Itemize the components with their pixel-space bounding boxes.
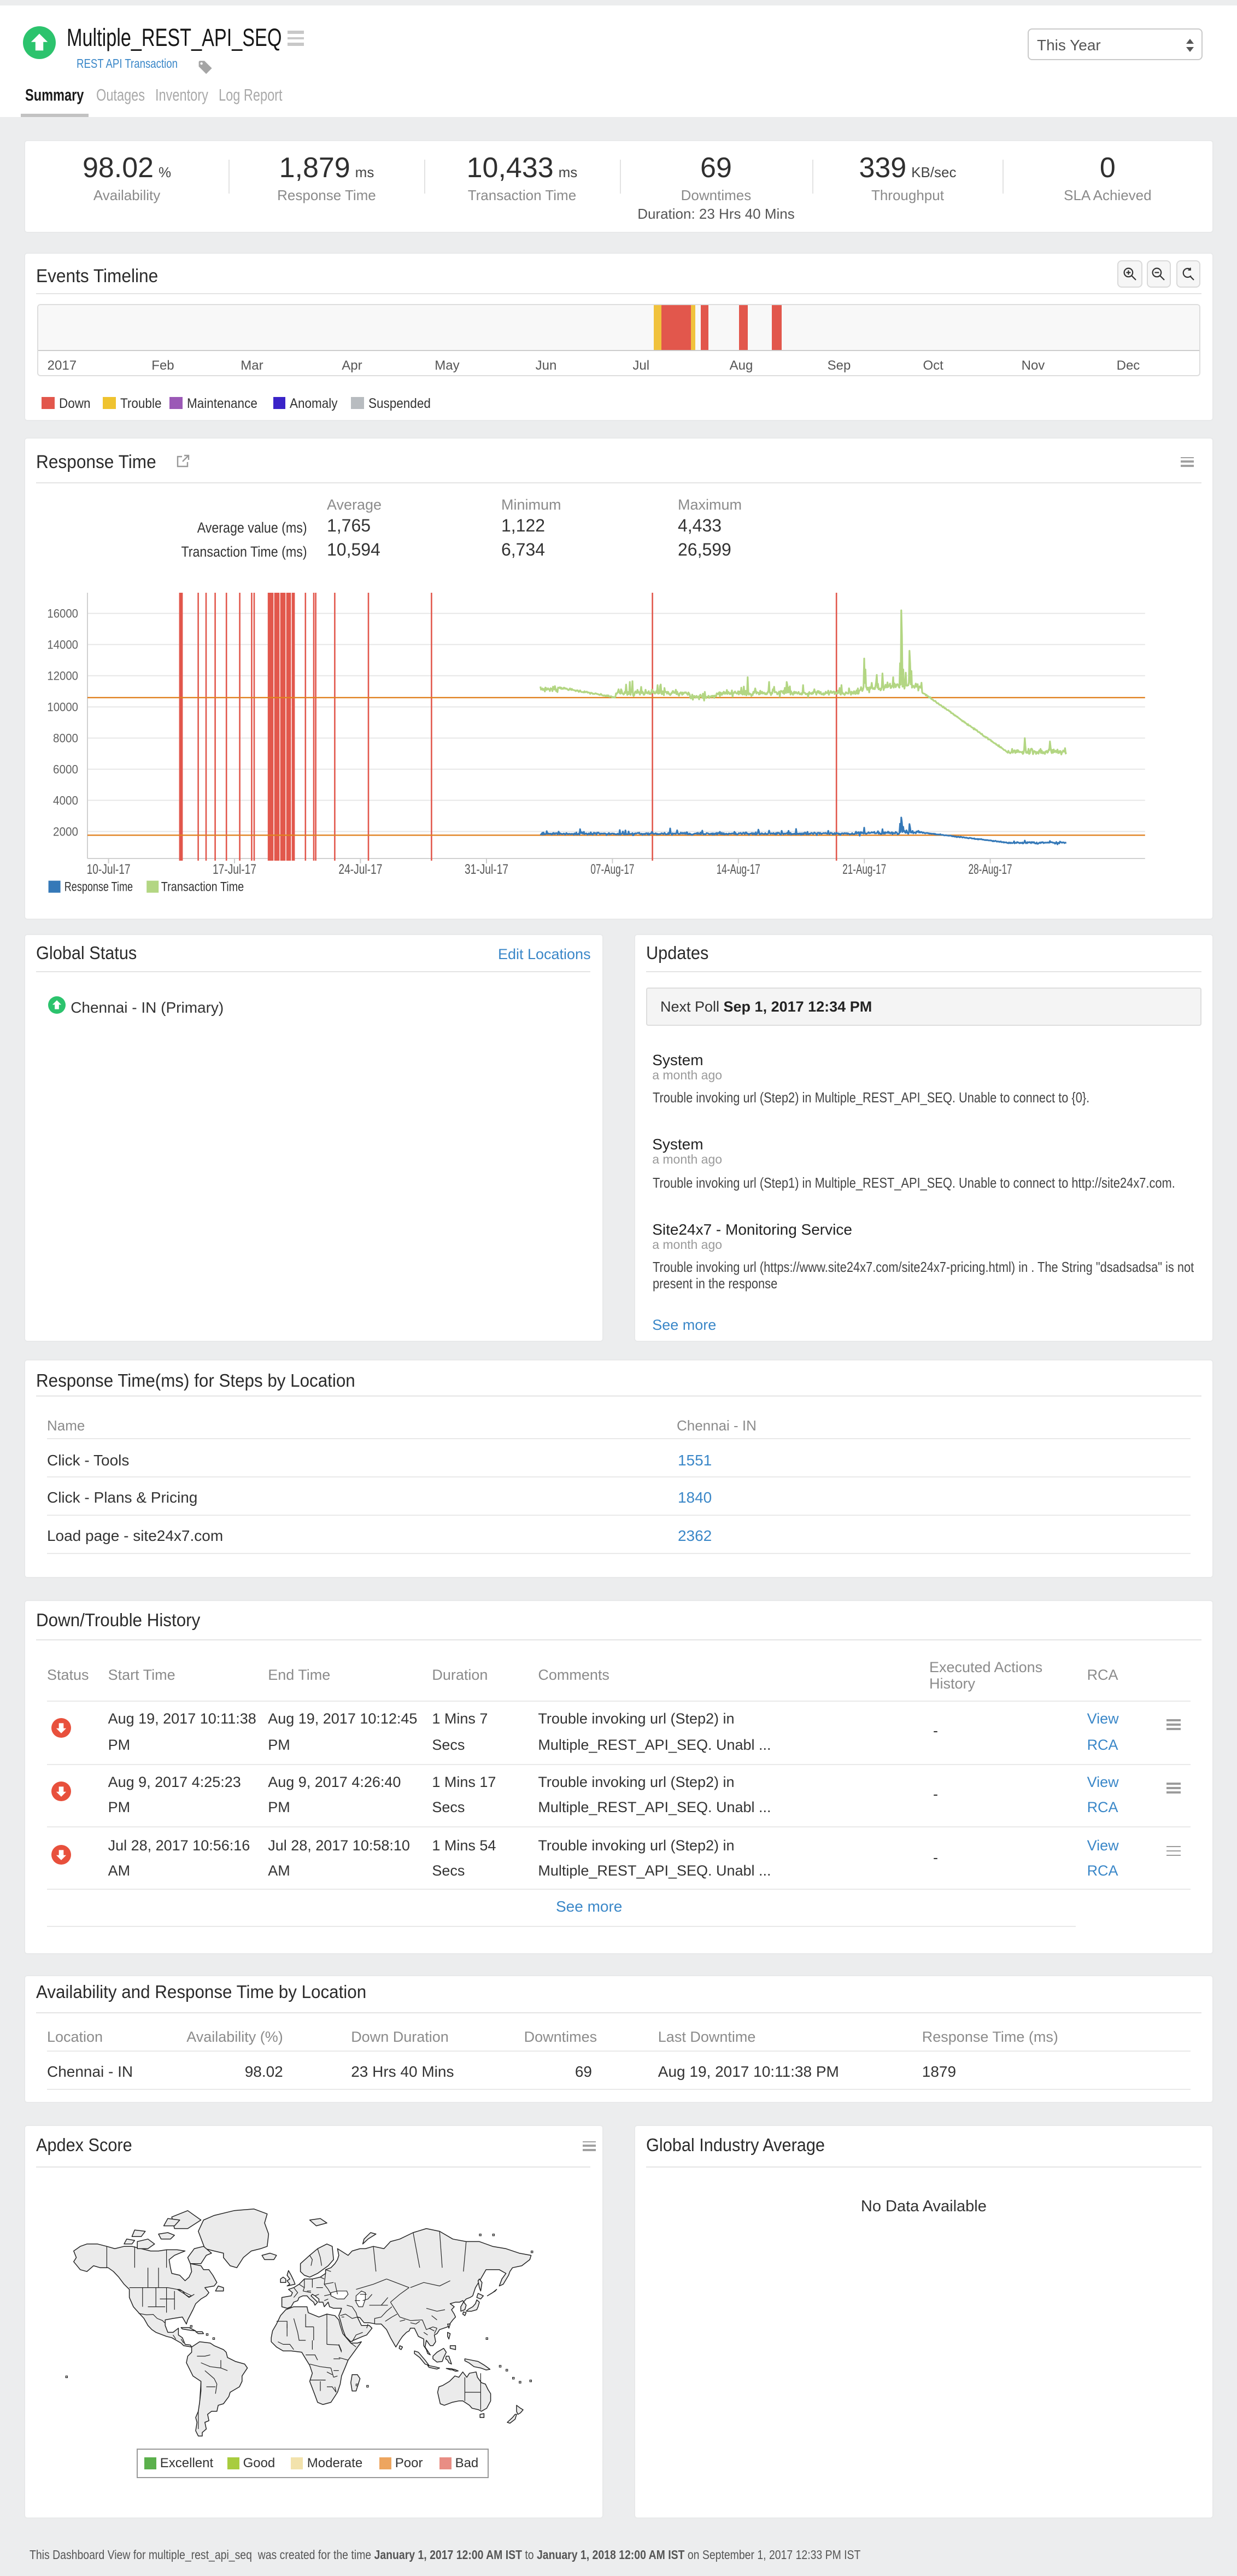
svg-text:Response Time: Response Time xyxy=(64,880,132,895)
svg-text:21-Aug-17: 21-Aug-17 xyxy=(842,862,886,877)
svg-text:10000: 10000 xyxy=(47,700,78,714)
svg-text:24-Jul-17: 24-Jul-17 xyxy=(338,862,382,877)
svg-text:2000: 2000 xyxy=(52,825,78,839)
svg-text:16000: 16000 xyxy=(47,607,78,621)
svg-text:31-Jul-17: 31-Jul-17 xyxy=(464,862,508,877)
svg-text:6000: 6000 xyxy=(52,763,78,776)
svg-text:07-Aug-17: 07-Aug-17 xyxy=(590,862,634,877)
svg-text:Transaction Time: Transaction Time xyxy=(161,880,243,895)
svg-text:14000: 14000 xyxy=(47,638,78,652)
svg-text:4000: 4000 xyxy=(52,794,78,808)
svg-text:14-Aug-17: 14-Aug-17 xyxy=(716,862,760,877)
svg-text:10-Jul-17: 10-Jul-17 xyxy=(86,862,130,877)
svg-text:17-Jul-17: 17-Jul-17 xyxy=(212,862,256,877)
svg-text:12000: 12000 xyxy=(47,669,78,683)
svg-text:8000: 8000 xyxy=(52,732,78,745)
svg-text:28-Aug-17: 28-Aug-17 xyxy=(968,862,1012,877)
